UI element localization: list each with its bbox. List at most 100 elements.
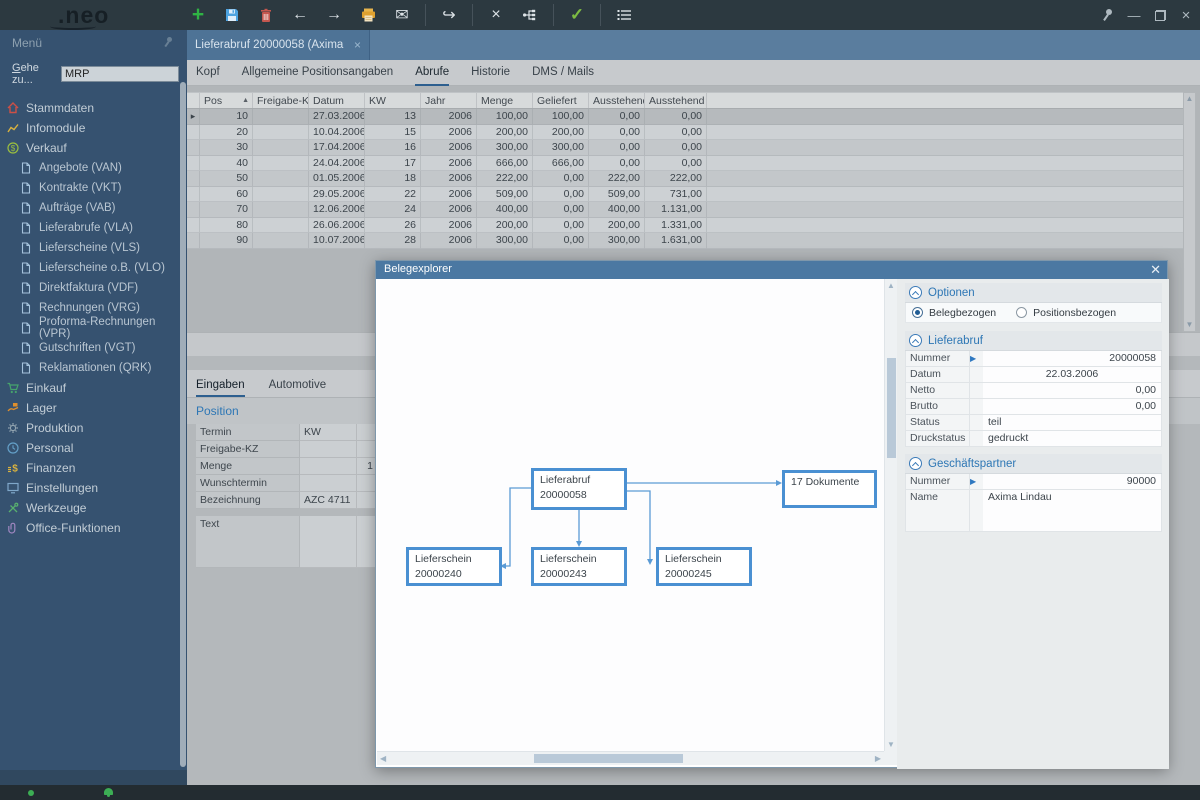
node-lieferschein-20000245[interactable]: Lieferschein 20000245 — [656, 547, 752, 586]
sidebar-item-infomodule[interactable]: Infomodule — [0, 118, 187, 138]
print-icon[interactable] — [353, 2, 383, 28]
field-value[interactable]: KW — [300, 424, 357, 441]
panel-row-value[interactable]: 0,00 — [983, 399, 1162, 415]
delete-icon[interactable] — [251, 2, 281, 28]
sidebar-item-werkzeuge[interactable]: Werkzeuge — [0, 498, 187, 518]
sidebar-item-einstellungen[interactable]: Einstellungen — [0, 478, 187, 498]
table-scrollbar[interactable]: ▲ ▼ — [1183, 92, 1196, 332]
column-header-menge[interactable]: Menge — [477, 93, 533, 108]
tab-kopf[interactable]: Kopf — [196, 60, 220, 86]
scroll-left-icon[interactable]: ◀ — [380, 754, 386, 763]
field-value-2[interactable] — [357, 424, 375, 441]
sidebar-item-stammdaten[interactable]: Stammdaten — [0, 98, 187, 118]
scroll-down-icon[interactable]: ▼ — [885, 740, 897, 749]
scrollbar-thumb[interactable] — [534, 754, 683, 763]
scroll-right-icon[interactable]: ▶ — [875, 754, 881, 763]
save-icon[interactable] — [217, 2, 247, 28]
table-row[interactable]: 5001.05.2006182006222,000,00222,00222,00 — [187, 171, 1183, 187]
dialog-titlebar[interactable]: Belegexplorer ✕ — [376, 261, 1167, 279]
pin-icon[interactable] — [163, 37, 175, 49]
node-lieferschein-20000240[interactable]: Lieferschein 20000240 — [406, 547, 502, 586]
column-header-jahr[interactable]: Jahr — [421, 93, 477, 108]
section-header-gesch-ftspartner[interactable]: Geschäftspartner — [905, 454, 1162, 474]
sidebar-item-angebote-van[interactable]: Angebote (VAN) — [0, 158, 187, 178]
sidebar-scrollbar[interactable] — [180, 82, 186, 767]
column-header-kw[interactable]: KW — [365, 93, 421, 108]
dialog-close-icon[interactable]: ✕ — [1150, 261, 1161, 278]
table-row[interactable]: 6029.05.2006222006509,000,00509,00731,00 — [187, 187, 1183, 203]
tab-allgemeine-positionsangaben[interactable]: Allgemeine Positionsangaben — [242, 60, 394, 86]
new-icon[interactable]: + — [183, 2, 213, 28]
column-header-geliefert[interactable]: Geliefert — [533, 93, 589, 108]
table-row[interactable]: 7012.06.2006242006400,000,00400,001.131,… — [187, 202, 1183, 218]
sidebar-item-direktfaktura-vdf[interactable]: Direktfaktura (VDF) — [0, 278, 187, 298]
sidebar-item-rechnungen-vrg[interactable]: Rechnungen (VRG) — [0, 298, 187, 318]
tab-automotive[interactable]: Automotive — [269, 379, 327, 397]
tab-dms-mails[interactable]: DMS / Mails — [532, 60, 594, 86]
document-tab-close-icon[interactable]: × — [354, 38, 361, 52]
tab-eingaben[interactable]: Eingaben — [196, 379, 245, 397]
notification-bell-icon[interactable] — [104, 788, 113, 795]
collapse-chevron-icon[interactable] — [909, 286, 922, 299]
scroll-up-icon[interactable]: ▲ — [885, 281, 897, 290]
panel-row-value[interactable]: teil — [983, 415, 1162, 431]
goto-input[interactable] — [61, 66, 179, 82]
sidebar-item-personal[interactable]: Personal — [0, 438, 187, 458]
sidebar-item-gutschriften-vgt[interactable]: Gutschriften (VGT) — [0, 338, 187, 358]
collapse-chevron-icon[interactable] — [909, 457, 922, 470]
field-value[interactable] — [300, 516, 357, 568]
mail-icon[interactable]: ✉ — [387, 2, 417, 28]
node-lieferabruf[interactable]: Lieferabruf 20000058 — [531, 468, 627, 510]
panel-row-value[interactable]: 0,00 — [983, 383, 1162, 399]
panel-row-value[interactable]: 20000058 — [983, 351, 1162, 367]
cancel-icon[interactable]: × — [481, 2, 511, 28]
table-row[interactable]: 4024.04.2006172006666,00666,000,000,00 — [187, 156, 1183, 172]
sidebar-item-lieferabrufe-vla[interactable]: Lieferabrufe (VLA) — [0, 218, 187, 238]
minimize-icon[interactable]: — — [1126, 7, 1142, 23]
sidebar-item-produktion[interactable]: Produktion — [0, 418, 187, 438]
field-value-2[interactable] — [357, 492, 375, 509]
confirm-icon[interactable]: ✓ — [562, 2, 592, 28]
scrollbar-thumb[interactable] — [887, 358, 896, 458]
field-value[interactable]: AZC 4711 — [300, 492, 357, 509]
sidebar-item-lager[interactable]: Lager — [0, 398, 187, 418]
close-icon[interactable]: × — [1178, 7, 1194, 23]
table-row[interactable]: 8026.06.2006262006200,000,00200,001.331,… — [187, 218, 1183, 234]
field-value-2[interactable] — [357, 516, 375, 568]
scroll-down-icon[interactable]: ▼ — [1186, 319, 1194, 331]
node-dokumente[interactable]: 17 Dokumente — [782, 470, 877, 508]
sidebar-item-kontrakte-vkt[interactable]: Kontrakte (VKT) — [0, 178, 187, 198]
sidebar-item-finanzen[interactable]: $Finanzen — [0, 458, 187, 478]
column-header-pos[interactable]: Pos▲ — [200, 93, 253, 108]
table-row[interactable]: 9010.07.2006282006300,000,00300,001.631,… — [187, 233, 1183, 249]
column-header-ausstehend[interactable]: Ausstehend — [589, 93, 645, 108]
sidebar-item-office-funktionen[interactable]: Office-Funktionen — [0, 518, 187, 538]
column-header-ausstehend-kum[interactable]: Ausstehend Kum. — [645, 93, 707, 108]
restore-icon[interactable] — [1152, 7, 1168, 23]
sidebar-item-auftr-ge-vab[interactable]: Aufträge (VAB) — [0, 198, 187, 218]
panel-row-value[interactable]: 22.03.2006 — [983, 367, 1162, 383]
collapse-chevron-icon[interactable] — [909, 334, 922, 347]
sidebar-item-reklamationen-qrk[interactable]: Reklamationen (QRK) — [0, 358, 187, 378]
sidebar-item-verkauf[interactable]: $Verkauf — [0, 138, 187, 158]
field-value[interactable] — [300, 475, 357, 492]
column-header-datum[interactable]: Datum — [309, 93, 365, 108]
field-value-2[interactable] — [357, 441, 375, 458]
sidebar-item-lieferscheine-o-b-vlo[interactable]: Lieferscheine o.B. (VLO) — [0, 258, 187, 278]
list-icon[interactable] — [609, 2, 639, 28]
forward-document-icon[interactable]: ↪ — [434, 2, 464, 28]
diagram-vertical-scrollbar[interactable]: ▲ ▼ — [884, 279, 897, 751]
radio-belegbezogen[interactable] — [912, 307, 923, 318]
diagram-horizontal-scrollbar[interactable]: ◀ ▶ — [377, 751, 884, 765]
radio-positionsbezogen[interactable] — [1016, 307, 1027, 318]
panel-row-value[interactable]: gedruckt — [983, 431, 1162, 447]
node-lieferschein-20000243[interactable]: Lieferschein 20000243 — [531, 547, 627, 586]
table-row[interactable]: ▸1027.03.2006132006100,00100,000,000,00 — [187, 109, 1183, 125]
panel-row-value[interactable]: Axima Lindau — [983, 490, 1162, 532]
table-row[interactable]: 2010.04.2006152006200,00200,000,000,00 — [187, 125, 1183, 141]
sidebar-item-proforma-rechnungen-vpr[interactable]: Proforma-Rechnungen (VPR) — [0, 318, 187, 338]
panel-row-value[interactable]: 90000 — [983, 474, 1162, 490]
field-value[interactable] — [300, 441, 357, 458]
scroll-up-icon[interactable]: ▲ — [1186, 93, 1194, 105]
back-icon[interactable]: ← — [285, 2, 315, 28]
